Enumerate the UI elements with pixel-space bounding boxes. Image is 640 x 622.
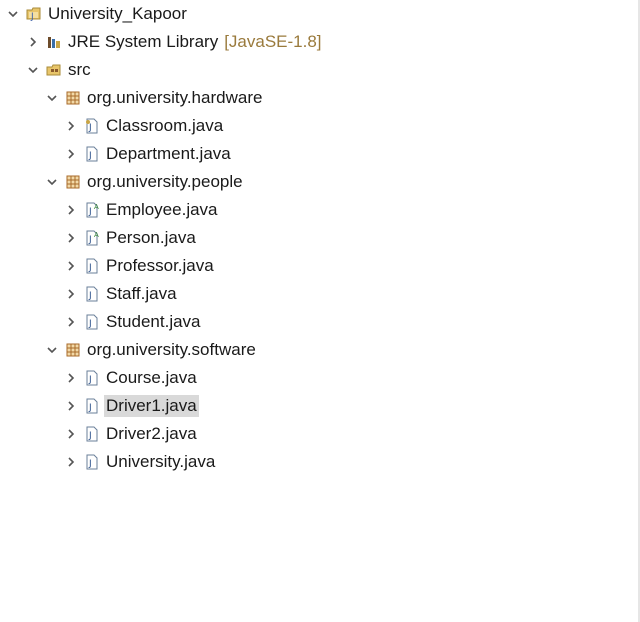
chevron-down-icon[interactable] xyxy=(45,91,59,105)
svg-text:J: J xyxy=(88,403,92,413)
package-label: org.university.software xyxy=(87,340,256,359)
svg-text:A: A xyxy=(94,231,99,239)
file-label: Staff.java xyxy=(106,284,177,303)
tree-item-file[interactable]: J A Employee.java xyxy=(64,197,220,223)
tree-item-file[interactable]: J University.java xyxy=(64,449,217,475)
tree-item-jre-library[interactable]: JRE System Library [JavaSE-1.8] xyxy=(26,29,322,55)
java-file-icon: J xyxy=(84,146,100,162)
java-file-icon: J A xyxy=(84,202,100,218)
file-label: Student.java xyxy=(106,312,201,331)
tree-item-package[interactable]: org.university.software xyxy=(45,337,258,363)
tree-item-file[interactable]: J Course.java xyxy=(64,365,199,391)
chevron-down-icon[interactable] xyxy=(45,343,59,357)
tree-item-package[interactable]: org.university.people xyxy=(45,169,245,195)
svg-text:J: J xyxy=(88,123,92,133)
package-label: org.university.hardware xyxy=(87,88,263,107)
tree-item-file[interactable]: J Student.java xyxy=(64,309,203,335)
chevron-right-icon[interactable] xyxy=(64,147,78,161)
tree-item-src[interactable]: src xyxy=(26,57,93,83)
tree-item-file[interactable]: J Professor.java xyxy=(64,253,216,279)
svg-text:J: J xyxy=(88,319,92,329)
tree-item-file-selected[interactable]: J Driver1.java xyxy=(64,393,199,419)
file-label: Course.java xyxy=(106,368,197,387)
java-file-icon: J xyxy=(84,454,100,470)
tree-item-project[interactable]: J University_Kapoor xyxy=(6,1,189,27)
tree-item-file[interactable]: J A Person.java xyxy=(64,225,198,251)
svg-text:A: A xyxy=(94,203,99,211)
svg-text:J: J xyxy=(88,459,92,469)
file-label: Department.java xyxy=(106,144,231,163)
jre-label: JRE System Library xyxy=(68,32,219,51)
java-file-icon: J xyxy=(84,286,100,302)
java-file-icon: J xyxy=(84,398,100,414)
java-project-icon: J xyxy=(26,6,42,22)
package-icon xyxy=(65,342,81,358)
chevron-down-icon[interactable] xyxy=(45,175,59,189)
chevron-right-icon[interactable] xyxy=(64,203,78,217)
package-label: org.university.people xyxy=(87,172,243,191)
src-label: src xyxy=(68,60,91,79)
chevron-right-icon[interactable] xyxy=(64,399,78,413)
chevron-right-icon[interactable] xyxy=(64,231,78,245)
file-label: University.java xyxy=(106,452,216,471)
svg-text:J: J xyxy=(88,375,92,385)
java-file-icon: J xyxy=(84,426,100,442)
chevron-right-icon[interactable] xyxy=(26,35,40,49)
tree-item-file[interactable]: J Staff.java xyxy=(64,281,179,307)
package-icon xyxy=(65,90,81,106)
file-label: Driver2.java xyxy=(106,424,197,443)
package-icon xyxy=(65,174,81,190)
java-file-icon: J xyxy=(84,118,100,134)
svg-text:J: J xyxy=(88,235,92,245)
svg-text:J: J xyxy=(88,207,92,217)
svg-text:J: J xyxy=(88,431,92,441)
chevron-right-icon[interactable] xyxy=(64,287,78,301)
tree-item-package[interactable]: org.university.hardware xyxy=(45,85,264,111)
chevron-down-icon[interactable] xyxy=(26,63,40,77)
chevron-right-icon[interactable] xyxy=(64,455,78,469)
tree-item-file[interactable]: J Classroom.java xyxy=(64,113,225,139)
file-label: Employee.java xyxy=(106,200,218,219)
chevron-down-icon[interactable] xyxy=(6,7,20,21)
java-file-icon: J xyxy=(84,258,100,274)
tree-item-file[interactable]: J Driver2.java xyxy=(64,421,199,447)
project-label: University_Kapoor xyxy=(48,4,187,23)
chevron-right-icon[interactable] xyxy=(64,371,78,385)
file-label: Professor.java xyxy=(106,256,214,275)
svg-text:J: J xyxy=(88,263,92,273)
chevron-right-icon[interactable] xyxy=(64,119,78,133)
svg-text:J: J xyxy=(88,291,92,301)
file-label: Driver1.java xyxy=(104,395,199,417)
java-file-icon: J xyxy=(84,314,100,330)
java-file-icon: J xyxy=(84,370,100,386)
jre-version-decoration: [JavaSE-1.8] xyxy=(224,32,322,51)
svg-text:J: J xyxy=(88,151,92,161)
chevron-right-icon[interactable] xyxy=(64,315,78,329)
chevron-right-icon[interactable] xyxy=(64,259,78,273)
tree-item-file[interactable]: J Department.java xyxy=(64,141,233,167)
library-icon xyxy=(46,34,62,50)
chevron-right-icon[interactable] xyxy=(64,427,78,441)
file-label: Person.java xyxy=(106,228,196,247)
svg-text:J: J xyxy=(30,12,34,22)
source-folder-icon xyxy=(46,62,62,78)
file-label: Classroom.java xyxy=(106,116,224,135)
java-file-icon: J A xyxy=(84,230,100,246)
